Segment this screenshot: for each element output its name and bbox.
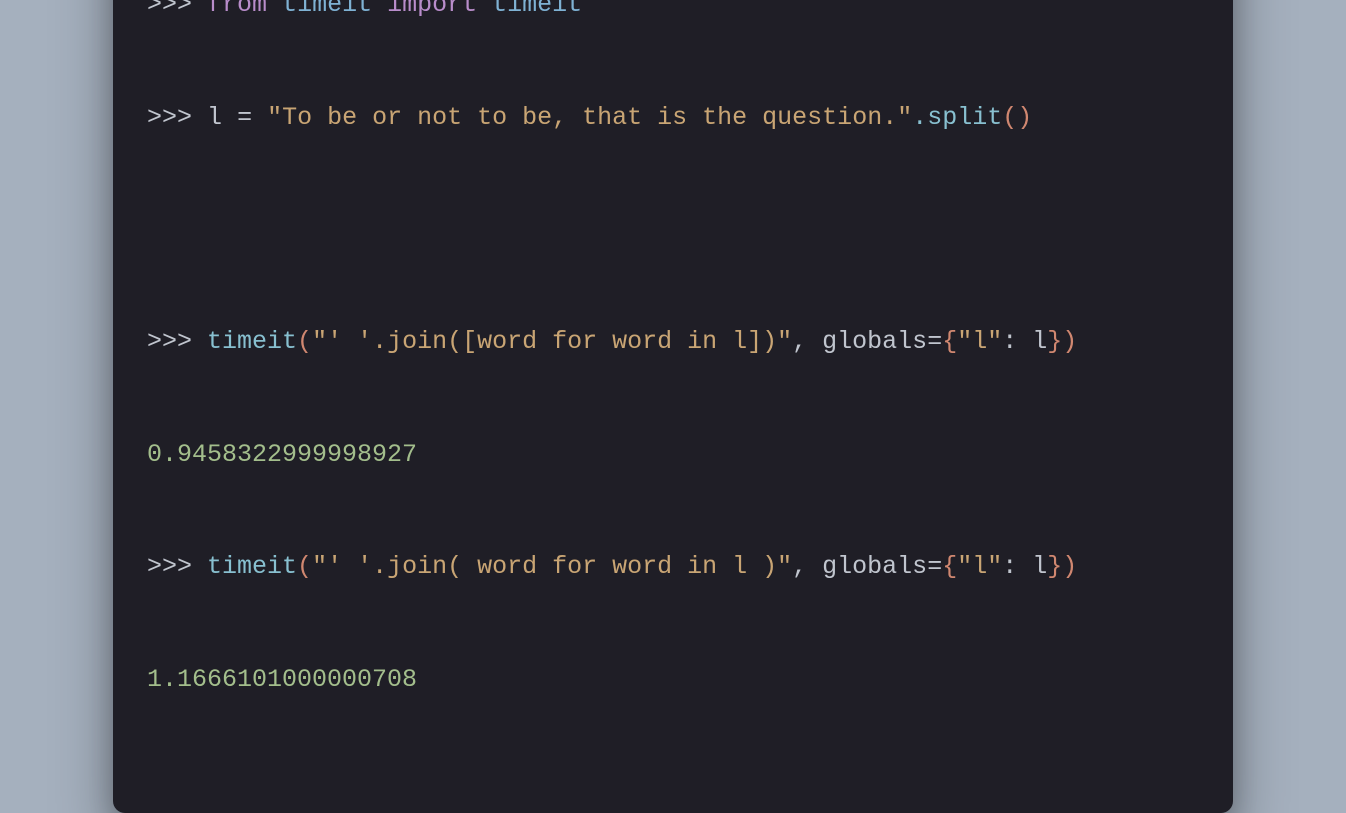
dict-key: "l" [957,327,1002,356]
open-paren: ( [297,327,312,356]
brace-open: { [942,327,957,356]
method-call: .split [912,103,1002,132]
repl-prompt: >>> [147,327,192,356]
equals: = [927,327,942,356]
repl-prompt: >>> [147,103,192,132]
dict-val: l [1032,552,1047,581]
output-line-1: 0.9458322999998927 [147,436,1199,474]
colon: : [1002,327,1032,356]
code-line-1: >>> from timeit import timeit [147,0,1199,24]
keyword-from: from [207,0,267,19]
function-call: timeit [207,327,297,356]
terminal-window: >>> from timeit import timeit >>> l = "T… [113,0,1233,813]
brace-open: { [942,552,957,581]
assign-op: = [237,103,252,132]
dict-val: l [1032,327,1047,356]
variable: l [207,103,222,132]
blank-line [147,211,1199,248]
brace-close: } [1047,327,1062,356]
close-paren: ) [1062,327,1077,356]
brace-close: } [1047,552,1062,581]
code-content: >>> from timeit import timeit >>> l = "T… [147,0,1199,773]
string-literal: "To be or not to be, that is the questio… [267,103,912,132]
kwarg-name: globals [822,327,927,356]
close-paren: ) [1062,552,1077,581]
code-line-3: >>> timeit("' '.join([word for word in l… [147,323,1199,361]
imported-name: timeit [492,0,582,19]
code-line-2: >>> l = "To be or not to be, that is the… [147,99,1199,137]
function-call: timeit [207,552,297,581]
dict-key: "l" [957,552,1002,581]
repl-prompt: >>> [147,552,192,581]
equals: = [927,552,942,581]
string-arg: "' '.join([word for word in l])" [312,327,792,356]
repl-prompt: >>> [147,0,192,19]
kwarg-name: globals [822,552,927,581]
parens: () [1002,103,1032,132]
open-paren: ( [297,552,312,581]
module-name: timeit [282,0,372,19]
result-number: 1.1666101000000708 [147,665,417,694]
result-number: 0.9458322999998927 [147,440,417,469]
output-line-2: 1.1666101000000708 [147,661,1199,699]
comma: , [792,327,822,356]
code-line-4: >>> timeit("' '.join( word for word in l… [147,548,1199,586]
string-arg: "' '.join( word for word in l )" [312,552,792,581]
keyword-import: import [387,0,477,19]
colon: : [1002,552,1032,581]
comma: , [792,552,822,581]
